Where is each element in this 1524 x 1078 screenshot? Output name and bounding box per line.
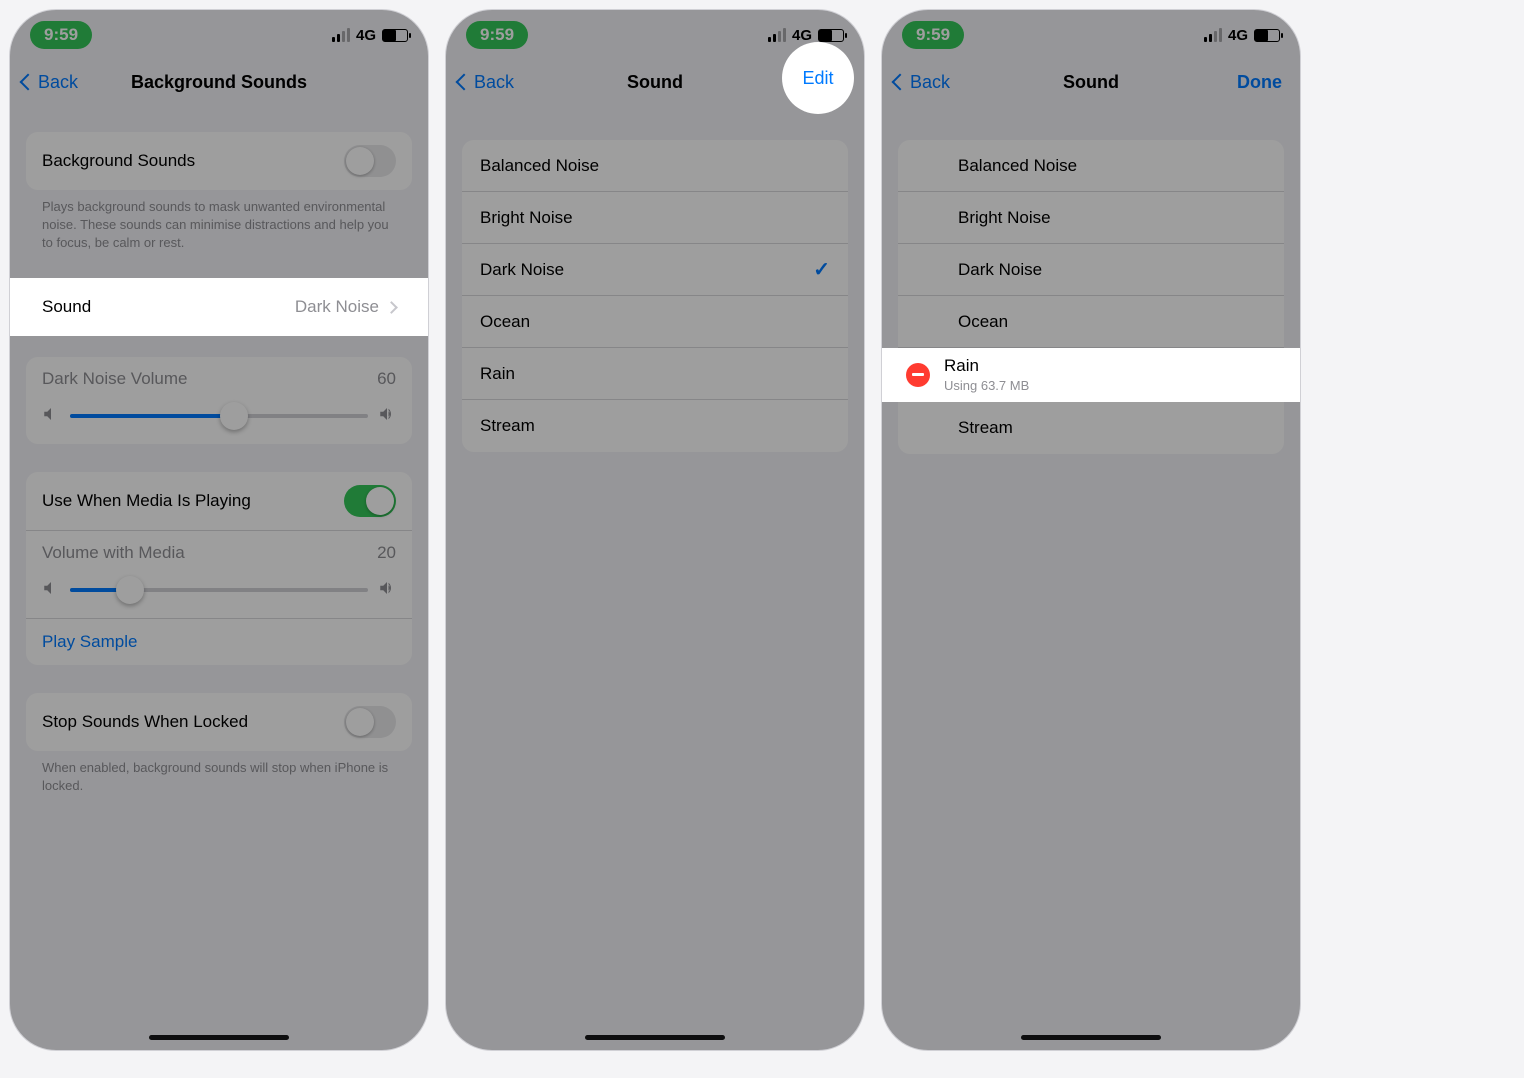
media-vol-label: Volume with Media [42, 543, 185, 563]
speaker-high-icon [378, 579, 396, 602]
sound-list-edit: Balanced NoiseBright NoiseDark NoiseOcea… [898, 140, 1284, 454]
sound-option-edit[interactable]: Ocean [898, 296, 1284, 348]
speaker-low-icon [42, 405, 60, 428]
sound-option-edit[interactable]: Bright Noise [898, 192, 1284, 244]
screen-background-sounds: 9:59 4G Back Background Sounds Backgroun… [10, 10, 428, 1050]
sound-option-edit[interactable]: Dark Noise [898, 244, 1284, 296]
status-time-pill: 9:59 [30, 21, 92, 49]
back-label: Back [38, 72, 78, 93]
play-sample-button[interactable]: Play Sample [26, 618, 412, 665]
signal-icon [332, 28, 350, 42]
sound-label: Sound [42, 297, 91, 317]
delete-minus-icon[interactable] [906, 363, 930, 387]
back-button[interactable]: Back [22, 72, 78, 93]
page-title: Sound [1063, 72, 1119, 93]
status-bar: 9:59 4G [10, 10, 428, 60]
nav-bar: Back Background Sounds [10, 60, 428, 104]
background-sounds-toggle-row[interactable]: Background Sounds [26, 132, 412, 190]
toggle-switch[interactable] [344, 706, 396, 738]
page-title: Background Sounds [131, 72, 307, 93]
media-toggle-label: Use When Media Is Playing [42, 491, 251, 511]
bg-toggle-label: Background Sounds [42, 151, 195, 171]
chevron-left-icon [456, 74, 473, 91]
screen-sound-list: 9:59 4G Back Sound Edit Balanced NoiseBr… [446, 10, 864, 1050]
back-button[interactable]: Back [894, 72, 950, 93]
rain-label: Rain [944, 356, 1029, 376]
page-title: Sound [627, 72, 683, 93]
home-indicator[interactable] [149, 1035, 289, 1040]
stop-label: Stop Sounds When Locked [42, 712, 248, 732]
signal-icon [768, 28, 786, 42]
speaker-high-icon [378, 405, 396, 428]
battery-icon [818, 29, 844, 42]
sound-option[interactable]: Ocean [462, 296, 848, 348]
chevron-left-icon [892, 74, 909, 91]
toggle-switch[interactable] [344, 485, 396, 517]
chevron-right-icon [385, 301, 398, 314]
sound-option-edit[interactable]: Stream [898, 402, 1284, 454]
use-when-media-row[interactable]: Use When Media Is Playing [26, 472, 412, 530]
volume-slider[interactable] [42, 405, 396, 428]
media-volume-slider[interactable] [42, 579, 396, 602]
back-label: Back [910, 72, 950, 93]
sound-option[interactable]: Rain [462, 348, 848, 400]
carrier-label: 4G [792, 27, 812, 44]
highlight-edit-button[interactable]: Edit [782, 42, 854, 114]
speaker-low-icon [42, 579, 60, 602]
sound-option-edit[interactable]: Balanced Noise [898, 140, 1284, 192]
chevron-left-icon [20, 74, 37, 91]
highlight-sound-row[interactable]: Sound Dark Noise [10, 278, 428, 336]
volume-value: 60 [377, 369, 396, 389]
media-vol-value: 20 [377, 543, 396, 563]
carrier-label: 4G [1228, 27, 1248, 44]
home-indicator[interactable] [1021, 1035, 1161, 1040]
signal-icon [1204, 28, 1222, 42]
screen-sound-edit: 9:59 4G Back Sound Done Balanced NoiseBr… [882, 10, 1300, 1050]
checkmark-icon: ✓ [813, 257, 830, 282]
stop-when-locked-row[interactable]: Stop Sounds When Locked [26, 693, 412, 751]
highlight-rain-row[interactable]: Rain Using 63.7 MB [882, 348, 1300, 402]
edit-label: Edit [802, 68, 833, 89]
status-time-pill: 9:59 [902, 21, 964, 49]
bg-toggle-description: Plays background sounds to mask unwanted… [26, 190, 412, 253]
done-button[interactable]: Done [1237, 72, 1282, 93]
sound-option[interactable]: Bright Noise [462, 192, 848, 244]
battery-icon [1254, 29, 1280, 42]
sound-option[interactable]: Stream [462, 400, 848, 452]
status-bar: 9:59 4G [882, 10, 1300, 60]
back-label: Back [474, 72, 514, 93]
home-indicator[interactable] [585, 1035, 725, 1040]
back-button[interactable]: Back [458, 72, 514, 93]
volume-label: Dark Noise Volume [42, 369, 188, 389]
battery-icon [382, 29, 408, 42]
rain-storage: Using 63.7 MB [944, 378, 1029, 393]
sound-list: Balanced NoiseBright NoiseDark Noise✓Oce… [462, 140, 848, 452]
toggle-switch[interactable] [344, 145, 396, 177]
sound-option[interactable]: Dark Noise✓ [462, 244, 848, 296]
status-time-pill: 9:59 [466, 21, 528, 49]
carrier-label: 4G [356, 27, 376, 44]
sound-value: Dark Noise [295, 297, 379, 317]
nav-bar: Back Sound Done [882, 60, 1300, 104]
stop-description: When enabled, background sounds will sto… [26, 751, 412, 795]
sound-option[interactable]: Balanced Noise [462, 140, 848, 192]
